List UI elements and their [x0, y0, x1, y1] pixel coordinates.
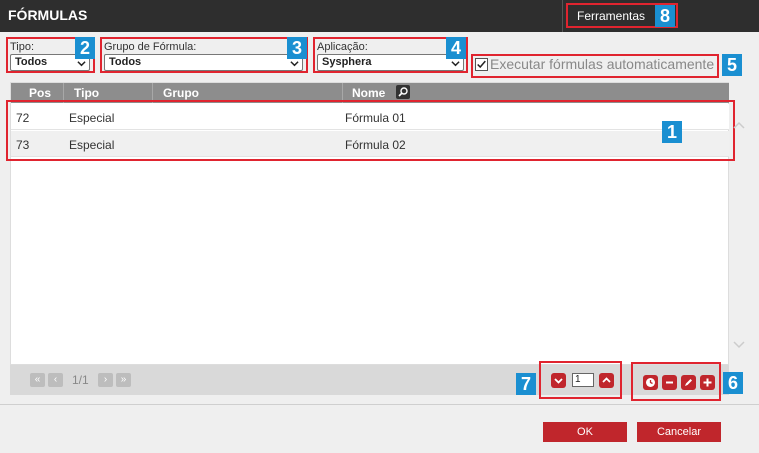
callout-8: 8 [655, 5, 675, 27]
plus-icon [703, 378, 712, 387]
chevron-down-icon [290, 61, 299, 67]
search-icon[interactable] [396, 85, 410, 99]
next-page-icon[interactable]: › [98, 373, 113, 387]
add-button[interactable] [700, 375, 715, 390]
callout-2: 2 [75, 37, 95, 59]
remove-button[interactable] [662, 375, 677, 390]
callout-4: 4 [446, 37, 466, 59]
aplicacao-value: Sysphera [322, 56, 372, 68]
callout-6: 6 [723, 372, 743, 394]
clock-icon [646, 378, 655, 387]
scroll-up-icon[interactable] [733, 120, 745, 132]
auto-exec-label: Executar fórmulas automaticamente [490, 56, 715, 72]
callout-7: 7 [516, 373, 536, 395]
callout-box-1 [6, 100, 735, 161]
aplicacao-select[interactable]: Sysphera [317, 54, 464, 71]
tipo-label: Tipo: [10, 41, 35, 53]
col-pos[interactable]: Pos [29, 86, 51, 100]
grupo-label: Grupo de Fórmula: [104, 41, 197, 53]
edit-button[interactable] [681, 375, 696, 390]
first-page-icon[interactable]: « [30, 373, 45, 387]
minus-icon [666, 381, 673, 384]
pencil-icon [685, 379, 692, 386]
callout-1: 1 [662, 121, 682, 143]
move-up-button[interactable] [599, 373, 614, 388]
chevron-down-icon [77, 61, 86, 67]
aplicacao-label: Aplicação: [317, 41, 368, 53]
cancel-button[interactable]: Cancelar [637, 422, 721, 442]
grupo-select[interactable]: Todos [104, 54, 303, 71]
prev-page-icon[interactable]: ‹ [48, 373, 63, 387]
scroll-down-icon[interactable] [733, 338, 745, 350]
history-button[interactable] [643, 375, 658, 390]
col-tipo[interactable]: Tipo [74, 86, 99, 100]
checkmark-icon [477, 60, 486, 69]
window-title: FÓRMULAS [8, 7, 88, 23]
order-input[interactable]: 1 [572, 373, 594, 387]
chevron-down-icon [554, 378, 563, 384]
callout-5: 5 [722, 54, 742, 76]
col-grupo[interactable]: Grupo [163, 86, 199, 100]
chevron-up-icon [602, 377, 611, 383]
chevron-down-icon [451, 61, 460, 67]
grupo-value: Todos [109, 56, 142, 68]
ok-button[interactable]: OK [543, 422, 627, 442]
tipo-value: Todos [15, 56, 48, 68]
last-page-icon[interactable]: » [116, 373, 131, 387]
move-down-button[interactable] [551, 373, 566, 388]
page-indicator: 1/1 [72, 373, 89, 387]
checkbox-box[interactable] [475, 58, 488, 71]
col-nome[interactable]: Nome [352, 86, 385, 100]
callout-3: 3 [287, 37, 307, 59]
